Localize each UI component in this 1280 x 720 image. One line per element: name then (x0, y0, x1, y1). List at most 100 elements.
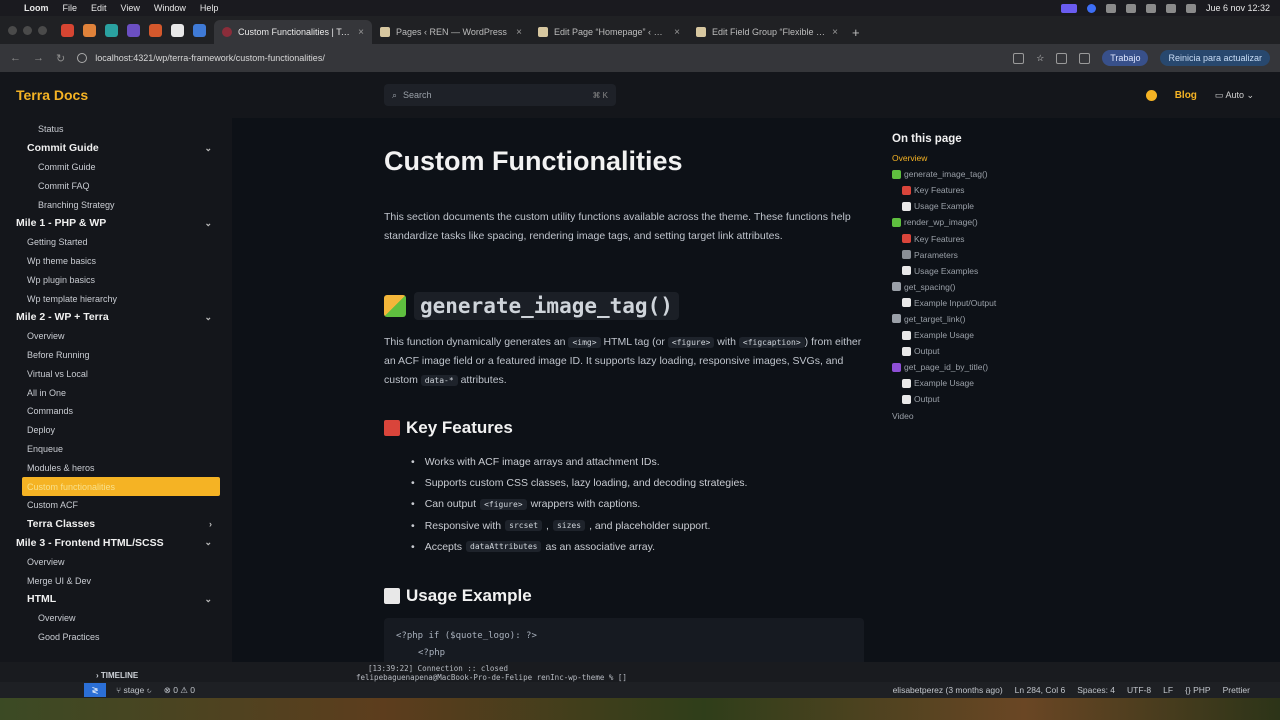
sidebar-item[interactable]: Merge UI & Dev (16, 571, 220, 590)
site-title[interactable]: Terra Docs (16, 87, 384, 103)
new-tab-button[interactable]: + (852, 20, 860, 44)
sidebar-item[interactable]: Virtual vs Local (16, 364, 220, 383)
problems-count[interactable]: ⊗ 0 ⚠ 0 (164, 685, 195, 696)
pinned-tab-icon[interactable] (83, 23, 96, 37)
sidebar-item[interactable]: Overview (16, 609, 220, 628)
sidebar-item[interactable]: Wp plugin basics (16, 270, 220, 289)
pinned-tab-icon[interactable] (171, 23, 184, 37)
section-heading-generate-image-tag[interactable]: generate_image_tag() (384, 292, 679, 320)
toc-link[interactable]: Example Usage (892, 327, 1280, 343)
sidebar-item[interactable]: Modules & heros (16, 458, 220, 477)
toc-link[interactable]: Overview (892, 150, 1280, 166)
sidebar-item[interactable]: All in One (16, 383, 220, 402)
sidebar-item[interactable]: Good Practices (16, 628, 220, 647)
pinned-tab-icon[interactable] (149, 23, 162, 37)
search-input[interactable]: ⌕ Search ⌘ K (384, 84, 616, 106)
browser-tab[interactable]: Edit Field Group “Flexible Mo × (688, 20, 846, 44)
reload-icon[interactable]: ↻ (56, 52, 65, 65)
close-tab-icon[interactable]: × (832, 27, 838, 38)
sidebar-group[interactable]: Mile 1 - PHP & WP ⌄ (16, 214, 220, 233)
sidebar-item[interactable]: Commit FAQ (16, 176, 220, 195)
code-block[interactable]: <?php if ($quote_logo): ?> <?php (384, 618, 864, 662)
toc-link[interactable]: Key Features (892, 230, 1280, 246)
sidebar-item[interactable]: Branching Strategy (16, 195, 220, 214)
terminal-prompt[interactable]: felipebaguenapena@MacBook-Pro-de-Felipe … (356, 673, 627, 682)
pinned-tab-icon[interactable] (105, 23, 118, 37)
heading-key-features[interactable]: Key Features (384, 418, 513, 438)
toc-link[interactable]: Example Usage (892, 375, 1280, 391)
toc-link[interactable]: generate_image_tag() (892, 166, 1280, 182)
toc-link[interactable]: render_wp_image() (892, 214, 1280, 230)
indentation[interactable]: Spaces: 4 (1077, 685, 1115, 695)
end-of-line[interactable]: LF (1163, 685, 1173, 695)
chevron-down-icon[interactable]: ⌄ (204, 312, 220, 323)
cursor-position[interactable]: Ln 284, Col 6 (1015, 685, 1066, 695)
zoom-window-button[interactable] (38, 25, 47, 35)
translate-icon[interactable] (1013, 52, 1025, 64)
toc-link[interactable]: Usage Example (892, 198, 1280, 214)
encoding[interactable]: UTF-8 (1127, 685, 1151, 695)
chevron-down-icon[interactable]: ⌄ (204, 537, 220, 548)
pinned-tab-icon[interactable] (127, 23, 140, 37)
sidebar-item[interactable]: Overview (16, 552, 220, 571)
toc-link[interactable]: Parameters (892, 247, 1280, 263)
sidebar-item[interactable]: Deploy (16, 421, 220, 440)
tray-app-icon[interactable] (1125, 3, 1136, 13)
toc-link[interactable]: get_page_id_by_title() (892, 359, 1280, 375)
sidebar-item[interactable]: Custom ACF (16, 496, 220, 515)
toc-link[interactable]: Output (892, 391, 1280, 407)
sidebar-item[interactable]: Wp template hierarchy (16, 289, 220, 308)
extensions-icon[interactable] (1056, 52, 1068, 64)
menu-file[interactable]: File (63, 3, 78, 13)
forward-arrow-icon[interactable]: → (33, 52, 44, 64)
language-mode[interactable]: {} PHP (1185, 685, 1211, 695)
theme-select[interactable]: ▭ Auto ⌄ (1215, 90, 1254, 101)
clock[interactable]: Jue 6 nov 12:32 (1206, 3, 1270, 13)
wifi-icon[interactable] (1145, 3, 1156, 13)
timeline-label[interactable]: › TIMELINE (96, 671, 138, 680)
github-icon[interactable] (1145, 89, 1157, 101)
url-text[interactable]: localhost:4321/wp/terra-framework/custom… (95, 53, 325, 63)
git-branch[interactable]: ⑂ stage ↻ (116, 685, 152, 695)
sidebar-item[interactable]: Enqueue (16, 440, 220, 459)
download-icon[interactable] (1079, 52, 1091, 64)
menu-view[interactable]: View (121, 3, 140, 13)
sidebar-item[interactable]: Status (16, 120, 220, 139)
chevron-down-icon[interactable]: ⌄ (204, 218, 220, 229)
remote-indicator-icon[interactable]: ≷ (84, 683, 106, 697)
sidebar-item[interactable]: Overview (16, 327, 220, 346)
browser-tab-active[interactable]: Custom Functionalities | Terra × (214, 20, 372, 44)
sidebar-group[interactable]: Commit Guide ⌄ (16, 139, 220, 158)
sidebar-item[interactable]: Commit Guide (16, 158, 220, 177)
search-icon[interactable] (1165, 3, 1176, 13)
chevron-down-icon[interactable]: ⌄ (204, 143, 220, 154)
sidebar-group[interactable]: Mile 3 - Frontend HTML/SCSS ⌄ (16, 534, 220, 553)
sidebar-group[interactable]: Mile 2 - WP + Terra ⌄ (16, 308, 220, 327)
toc-link[interactable]: Usage Examples (892, 263, 1280, 279)
toc-link[interactable]: Output (892, 343, 1280, 359)
bookmark-star-icon[interactable]: ☆ (1036, 53, 1044, 64)
app-status-icon[interactable] (1086, 3, 1096, 13)
sidebar-item[interactable]: Getting Started (16, 233, 220, 252)
close-tab-icon[interactable]: × (674, 27, 680, 38)
chevron-right-icon[interactable]: › (209, 519, 220, 529)
browser-tab[interactable]: Edit Page “Homepage” ‹ REN × (530, 20, 688, 44)
browser-tab[interactable]: Pages ‹ REN — WordPress × (372, 20, 530, 44)
toc-link[interactable]: Example Input/Output (892, 295, 1280, 311)
menu-app-name[interactable]: Loom (24, 3, 49, 13)
sidebar-group[interactable]: Terra Classes › (16, 515, 220, 534)
gmail-pinned-tab-icon[interactable] (61, 23, 74, 37)
back-arrow-icon[interactable]: ← (10, 52, 21, 64)
toc-link[interactable]: Key Features (892, 182, 1280, 198)
sidebar-item[interactable]: Commands (16, 402, 220, 421)
minimize-window-button[interactable] (23, 25, 32, 35)
menu-edit[interactable]: Edit (91, 3, 107, 13)
control-center-icon[interactable] (1185, 3, 1196, 13)
chevron-down-icon[interactable]: ⌄ (204, 594, 220, 605)
close-tab-icon[interactable]: × (358, 27, 364, 38)
toc-link[interactable]: get_target_link() (892, 311, 1280, 327)
pinned-tab-icon[interactable] (193, 23, 206, 37)
profile-button[interactable]: Trabajo (1102, 50, 1149, 66)
update-browser-button[interactable]: Reinicia para actualizar (1160, 50, 1270, 66)
git-blame[interactable]: elisabetperez (3 months ago) (893, 685, 1003, 695)
